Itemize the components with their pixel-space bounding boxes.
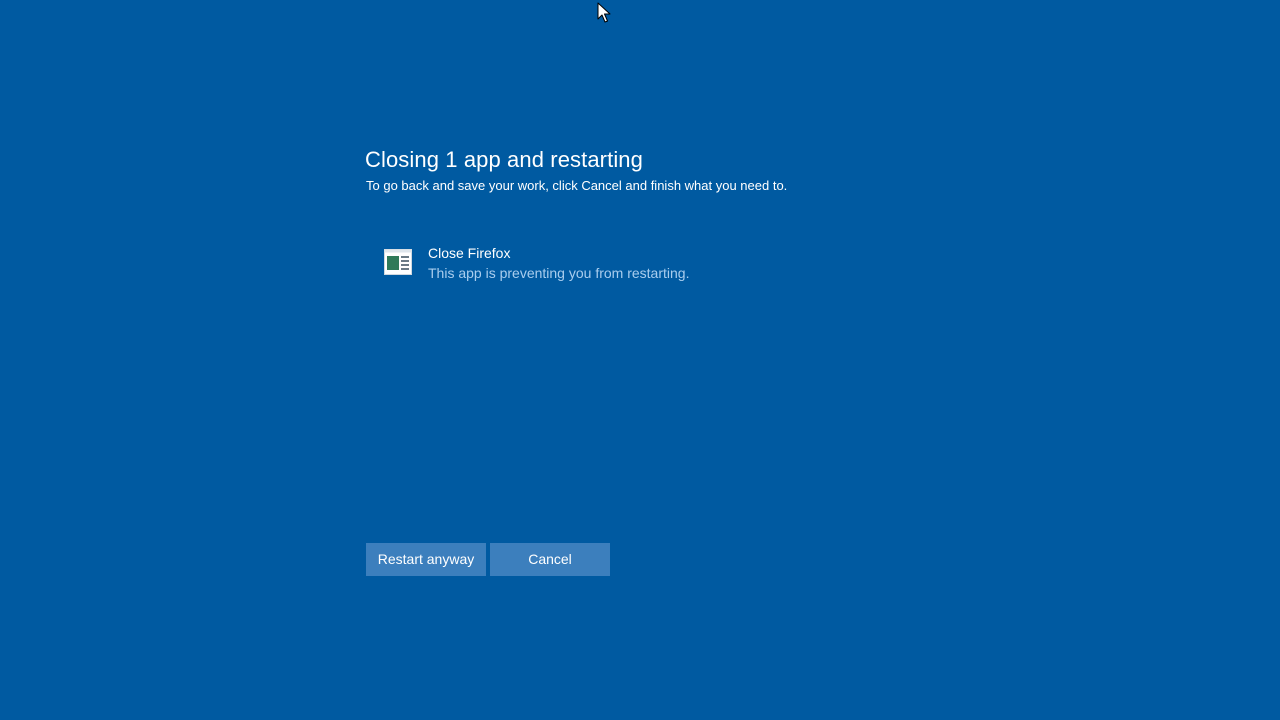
page-title: Closing 1 app and restarting	[365, 147, 643, 172]
app-status: This app is preventing you from restarti…	[428, 265, 690, 281]
restart-screen: Closing 1 app and restarting To go back …	[0, 0, 1280, 720]
app-name: Close Firefox	[428, 245, 511, 261]
app-list-item-firefox[interactable]: Close Firefox This app is preventing you…	[384, 244, 804, 288]
page-subtitle: To go back and save your work, click Can…	[366, 178, 788, 193]
mouse-pointer-icon	[597, 2, 611, 24]
app-window-icon	[384, 249, 412, 275]
restart-anyway-button[interactable]: Restart anyway	[366, 543, 486, 576]
cancel-button[interactable]: Cancel	[490, 543, 610, 576]
